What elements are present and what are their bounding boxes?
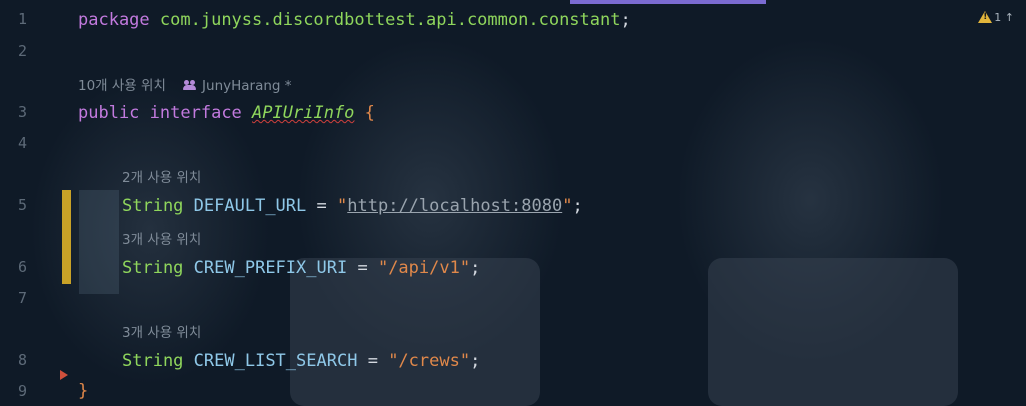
change-marker[interactable]	[62, 190, 71, 284]
line-number: 7	[18, 289, 28, 307]
operator: =	[357, 258, 368, 278]
operator: =	[316, 196, 327, 216]
url-link[interactable]: http://localhost:8080	[347, 196, 562, 216]
keyword: interface	[149, 103, 242, 123]
fold-arrow-icon[interactable]	[60, 370, 68, 380]
author-name[interactable]: JunyHarang *	[202, 78, 292, 94]
code-line-3[interactable]: public interface APIUriInfo {	[78, 102, 375, 124]
semicolon: ;	[470, 258, 481, 278]
line-number: 2	[18, 42, 28, 60]
usages-hint[interactable]: 10개 사용 위치 JunyHarang *	[78, 74, 292, 94]
line-number: 6	[18, 258, 28, 276]
type: String	[122, 351, 184, 371]
up-arrow-icon[interactable]: ↑	[1005, 11, 1014, 24]
semicolon: ;	[470, 351, 481, 371]
operator: =	[367, 351, 378, 371]
background-image-shape	[708, 258, 958, 406]
string-value: "/api/v1"	[377, 258, 471, 278]
indent-guide	[79, 190, 119, 294]
constant-name: DEFAULT_URL	[193, 196, 307, 216]
usages-hint[interactable]: 2개 사용 위치	[122, 166, 201, 186]
line-number: 3	[18, 103, 28, 121]
usages-count[interactable]: 10개 사용 위치	[78, 78, 166, 94]
usages-hint[interactable]: 3개 사용 위치	[122, 321, 201, 341]
semicolon: ;	[572, 196, 583, 216]
code-line-8[interactable]: String CREW_LIST_SEARCH = "/crews";	[122, 350, 480, 372]
line-number: 8	[18, 351, 28, 369]
line-number: 5	[18, 196, 28, 214]
line-number: 1	[18, 10, 28, 28]
open-brace: {	[364, 103, 375, 123]
constant-name: CREW_PREFIX_URI	[193, 258, 348, 278]
line-number: 9	[18, 382, 28, 400]
active-tab-indicator	[570, 0, 766, 4]
semicolon: ;	[620, 10, 631, 30]
package-name: com.junyss.discordbottest.api.common.con…	[159, 10, 621, 30]
code-line-1[interactable]: package com.junyss.discordbottest.api.co…	[78, 9, 631, 31]
warning-count: 1	[994, 11, 1002, 24]
line-number: 4	[18, 134, 28, 152]
constant-name: CREW_LIST_SEARCH	[193, 351, 358, 371]
string-value: "/crews"	[388, 351, 471, 371]
warning-icon	[978, 11, 993, 23]
type: String	[122, 196, 184, 216]
keyword: package	[78, 10, 150, 30]
author-icon	[183, 80, 197, 90]
close-brace: }	[78, 381, 89, 401]
gutter[interactable]: 1 2 3 4 5 6 7 8 9	[0, 0, 71, 406]
background-image-shape	[290, 258, 540, 406]
inspection-widget[interactable]: 1 ↑	[978, 11, 1014, 24]
code-line-9[interactable]: }	[78, 380, 88, 402]
quote: "	[562, 196, 573, 216]
usages-hint[interactable]: 3개 사용 위치	[122, 228, 201, 248]
code-line-5[interactable]: String DEFAULT_URL = "http://localhost:8…	[122, 195, 583, 217]
interface-name: APIUriInfo	[252, 103, 355, 123]
code-line-6[interactable]: String CREW_PREFIX_URI = "/api/v1";	[122, 257, 480, 279]
quote: "	[337, 196, 348, 216]
keyword: public	[78, 103, 140, 123]
code-editor[interactable]: 1 ↑ 1 2 3 4 5 6 7 8 9 package com.junyss…	[0, 0, 1026, 406]
type: String	[122, 258, 184, 278]
